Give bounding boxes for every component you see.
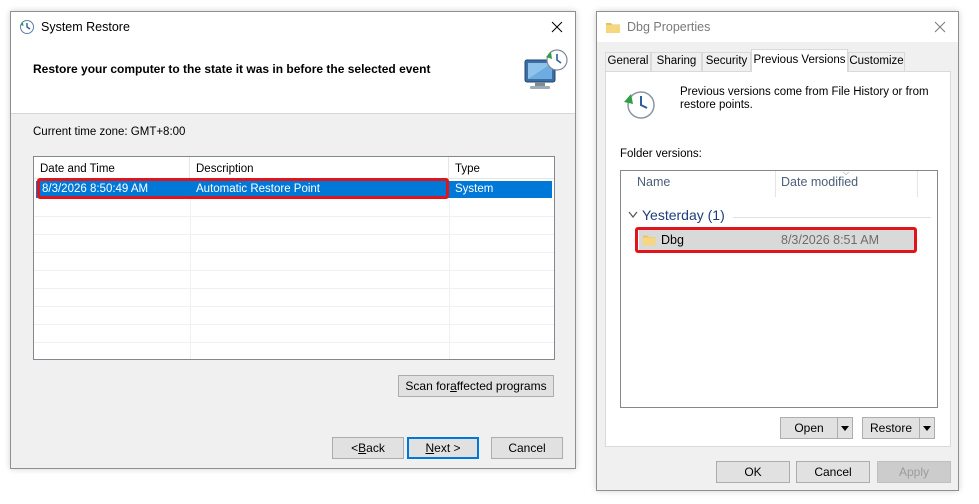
header-area: Restore your computer to the state it wa… (11, 42, 575, 114)
tab-general[interactable]: General (605, 52, 651, 71)
row-description: Automatic Restore Point (196, 183, 321, 195)
column-separator (917, 171, 918, 197)
item-name: Dbg (661, 233, 684, 247)
grid-line (34, 306, 554, 307)
system-restore-icon (20, 20, 34, 34)
folder-icon (642, 235, 656, 246)
page-heading: Restore your computer to the state it wa… (33, 62, 431, 76)
close-icon (934, 21, 946, 33)
column-header-type[interactable]: Type (449, 157, 554, 179)
back-button[interactable]: < Back (332, 437, 404, 459)
close-button[interactable] (922, 12, 958, 42)
item-date-modified: 8/3/2026 8:51 AM (781, 233, 879, 247)
restore-button[interactable]: Restore (862, 417, 935, 439)
next-button[interactable]: Next > (407, 437, 479, 459)
tab-security[interactable]: Security (702, 52, 751, 71)
previous-versions-panel: Previous versions come from File History… (605, 71, 951, 447)
grid-line (34, 252, 554, 253)
column-separator (775, 171, 776, 197)
folder-icon (606, 23, 620, 33)
window-title: Dbg Properties (627, 20, 711, 34)
window-title: System Restore (41, 20, 130, 34)
column-header-description[interactable]: Description (190, 157, 449, 179)
row-date: 8/3/2026 8:50:49 AM (42, 183, 149, 195)
info-text: Previous versions come from File History… (680, 86, 929, 111)
cancel-button[interactable]: Cancel (796, 461, 870, 483)
grid-line (449, 179, 450, 359)
table-header: ⌵ Date and Time Description Type (34, 157, 554, 179)
dropdown-arrow-icon[interactable] (919, 418, 934, 438)
grid-line (34, 288, 554, 289)
close-icon (551, 21, 563, 33)
list-item[interactable]: Dbg 8/3/2026 8:51 AM (639, 229, 915, 251)
restore-clock-icon (624, 91, 655, 119)
column-header-name[interactable]: Name (637, 175, 670, 189)
grid-line (34, 270, 554, 271)
grid-line (34, 234, 554, 235)
title-bar: Dbg Properties (597, 12, 958, 42)
column-header-date[interactable]: ⌵ Date and Time (34, 157, 190, 179)
tab-customize[interactable]: Customize (848, 52, 905, 71)
timezone-label: Current time zone: GMT+8:00 (33, 126, 186, 138)
grid-line (190, 179, 191, 359)
apply-button[interactable]: Apply (877, 461, 951, 483)
cancel-button[interactable]: Cancel (491, 437, 563, 459)
group-header: Yesterday (1) (642, 207, 725, 223)
tab-sharing[interactable]: Sharing (651, 52, 702, 71)
scan-affected-programs-button[interactable]: Scan for a ffected programs (398, 375, 554, 397)
row-type: System (455, 183, 494, 195)
folder-versions-list: Name Date modified ⌵ Yesterday (1) Dbg 8… (620, 168, 938, 408)
restore-points-table: ⌵ Date and Time Description Type 8/3/202… (33, 156, 555, 360)
folder-versions-label: Folder versions: (620, 148, 702, 160)
sort-caret-icon: ⌵ (109, 165, 116, 174)
group-divider (733, 217, 931, 218)
title-bar: System Restore (11, 12, 575, 42)
computer-restore-icon (524, 49, 568, 89)
triangle-down-icon (841, 425, 849, 431)
grid-line (34, 342, 554, 343)
grid-line (34, 324, 554, 325)
table-row[interactable]: 8/3/2026 8:50:49 AM Automatic Restore Po… (36, 181, 552, 198)
triangle-down-icon (923, 425, 931, 431)
chevron-down-icon[interactable] (628, 211, 638, 219)
dbg-properties-window: Dbg Properties General Sharing Security … (596, 11, 959, 491)
tab-previous-versions[interactable]: Previous Versions (751, 49, 848, 72)
sort-caret-icon: ⌵ (843, 168, 850, 177)
system-restore-window: System Restore Restore your computer to … (10, 11, 576, 469)
grid-line (34, 216, 554, 217)
close-button[interactable] (539, 12, 575, 42)
open-button[interactable]: Open (780, 417, 853, 439)
ok-button[interactable]: OK (716, 461, 790, 483)
dropdown-arrow-icon[interactable] (837, 418, 852, 438)
